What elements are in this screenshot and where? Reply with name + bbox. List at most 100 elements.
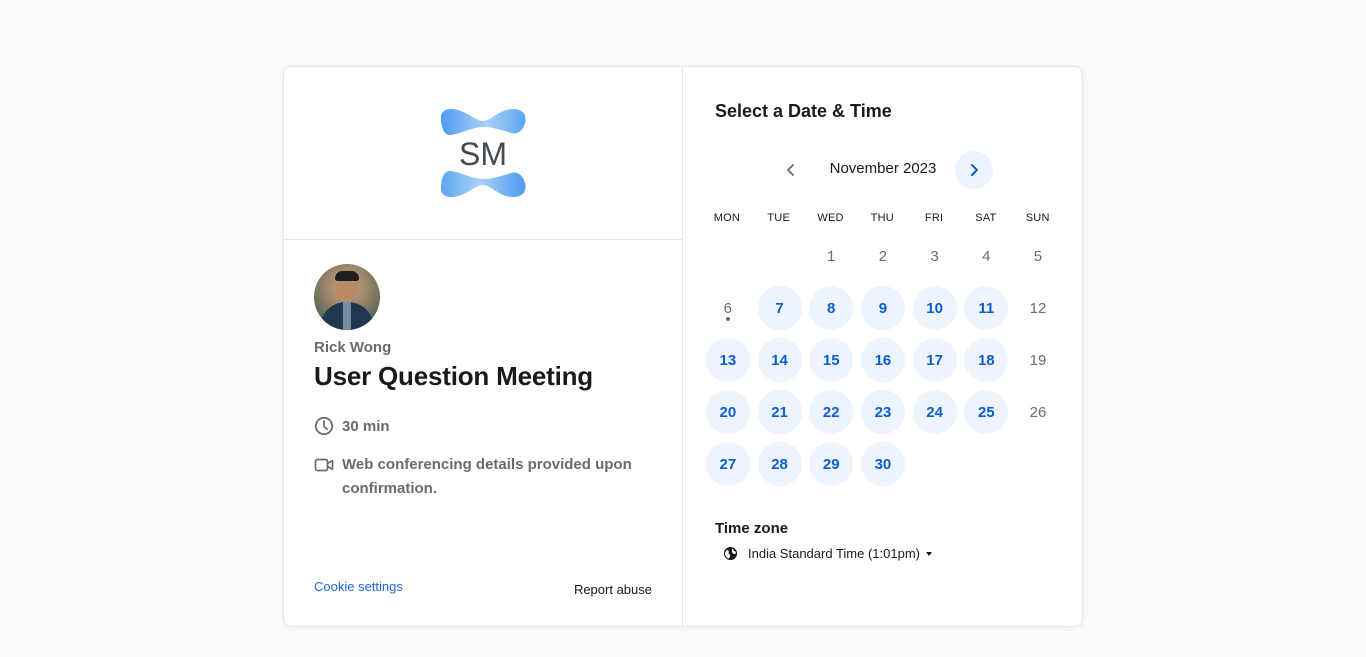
- calendar-day-unavailable: 26: [1012, 386, 1064, 438]
- calendar-empty-cell: [754, 230, 806, 282]
- calendar-day-available[interactable]: 23: [857, 386, 909, 438]
- previous-month-button[interactable]: [772, 151, 810, 189]
- calendar-day-available[interactable]: 30: [857, 438, 909, 490]
- video-camera-icon: [314, 455, 334, 475]
- calendar-day-unavailable: 3: [909, 230, 961, 282]
- weekday-label: SUN: [1025, 212, 1050, 224]
- timezone-select[interactable]: India Standard Time (1:01pm): [723, 546, 932, 561]
- date-time-panel: Select a Date & Time November 2023 MON T…: [683, 67, 1082, 626]
- event-details-panel: SM Rick Wong User Question Meeting 30 mi…: [284, 67, 683, 626]
- host-avatar: [314, 264, 380, 330]
- calendar-day-available[interactable]: 10: [909, 282, 961, 334]
- day-number: 15: [822, 351, 840, 369]
- calendar-day-available[interactable]: 7: [754, 282, 806, 334]
- day-number: 20: [719, 403, 737, 421]
- weekday-header: MON TUE WED THU FRI SAT SUN: [701, 212, 1064, 224]
- day-number: 4: [982, 247, 991, 265]
- event-conferencing: Web conferencing details provided upon c…: [314, 453, 654, 501]
- calendar-day-available[interactable]: 11: [960, 282, 1012, 334]
- calendar-days-grid: 1 2 3 4 5 6 7 8 9 10 11 12 13 14 15 16 17 18 19 20 21 22 23 24 2…: [702, 230, 1064, 490]
- weekday-label: THU: [870, 212, 894, 224]
- weekday-label: WED: [817, 212, 844, 224]
- event-title: User Question Meeting: [314, 361, 593, 391]
- calendar-day-unavailable: 5: [1012, 230, 1064, 282]
- calendar-day-unavailable: 2: [857, 230, 909, 282]
- day-number: 29: [822, 455, 840, 473]
- timezone-label: Time zone: [715, 520, 789, 537]
- day-number: 5: [1033, 247, 1043, 265]
- day-number: 3: [930, 247, 939, 265]
- day-number: 9: [878, 299, 888, 317]
- day-number: 21: [771, 403, 788, 421]
- calendar-day-available[interactable]: 22: [805, 386, 857, 438]
- today-indicator: [725, 317, 730, 321]
- calendar-empty-cell: [702, 230, 754, 282]
- booking-card: SM Rick Wong User Question Meeting 30 mi…: [283, 66, 1083, 627]
- clock-icon: [314, 416, 334, 436]
- day-number: 23: [874, 403, 892, 421]
- panel-title: Select a Date & Time: [715, 101, 892, 121]
- day-number: 10: [926, 299, 943, 317]
- timezone-value: India Standard Time (1:01pm): [748, 546, 920, 561]
- weekday-label: SAT: [975, 212, 997, 224]
- day-number: 17: [926, 351, 943, 369]
- day-number: 6: [723, 299, 733, 317]
- day-number: 16: [874, 351, 892, 369]
- day-number: 8: [827, 299, 836, 317]
- calendar-day-available[interactable]: 20: [702, 386, 754, 438]
- calendar-day-available[interactable]: 16: [857, 334, 909, 386]
- chevron-right-icon: [971, 164, 978, 176]
- calendar-day-unavailable: 19: [1012, 334, 1064, 386]
- calendar-day-available[interactable]: 17: [909, 334, 961, 386]
- calendar-day-unavailable: 6: [702, 282, 754, 334]
- day-number: 1: [827, 247, 836, 265]
- day-number: 27: [719, 455, 737, 473]
- next-month-button[interactable]: [955, 151, 993, 189]
- day-number: 18: [977, 351, 995, 369]
- weekday-label: FRI: [924, 212, 944, 224]
- cookie-settings-link[interactable]: Cookie settings: [314, 579, 403, 594]
- month-label: November 2023: [829, 160, 937, 177]
- calendar-day-available[interactable]: 18: [960, 334, 1012, 386]
- report-abuse-link[interactable]: Report abuse: [574, 582, 652, 597]
- day-number: 14: [771, 351, 788, 369]
- calendar-day-available[interactable]: 15: [805, 334, 857, 386]
- day-number: 2: [878, 247, 888, 265]
- calendar-day-available[interactable]: 27: [702, 438, 754, 490]
- calendar-day-unavailable: 12: [1012, 282, 1064, 334]
- calendar-day-available[interactable]: 28: [754, 438, 806, 490]
- logo-area: SM: [284, 67, 682, 240]
- day-number: 19: [1029, 351, 1047, 369]
- company-logo: SM: [437, 107, 529, 199]
- day-number: 25: [977, 403, 995, 421]
- day-number: 7: [775, 299, 784, 317]
- calendar-day-available[interactable]: 24: [909, 386, 961, 438]
- calendar-day-available[interactable]: 14: [754, 334, 806, 386]
- day-number: 28: [771, 455, 788, 473]
- conferencing-text: Web conferencing details provided upon c…: [342, 456, 632, 497]
- day-number: 30: [874, 455, 892, 473]
- day-number: 26: [1029, 403, 1047, 421]
- calendar-day-available[interactable]: 9: [857, 282, 909, 334]
- calendar-day-available[interactable]: 29: [805, 438, 857, 490]
- calendar-day-available[interactable]: 21: [754, 386, 806, 438]
- calendar-day-unavailable: 1: [805, 230, 857, 282]
- day-number: 12: [1029, 299, 1047, 317]
- globe-icon: [723, 546, 738, 561]
- day-number: 13: [719, 351, 737, 369]
- calendar-day-available[interactable]: 25: [960, 386, 1012, 438]
- day-number: 24: [926, 403, 943, 421]
- chevron-left-icon: [787, 164, 794, 176]
- day-number: 11: [978, 299, 995, 317]
- weekday-label: MON: [713, 212, 741, 224]
- host-name: Rick Wong: [314, 339, 392, 356]
- event-duration: 30 min: [314, 416, 390, 436]
- caret-down-icon: [925, 551, 932, 556]
- calendar-day-unavailable: 4: [960, 230, 1012, 282]
- calendar-day-available[interactable]: 13: [702, 334, 754, 386]
- calendar-day-available[interactable]: 8: [805, 282, 857, 334]
- day-number: 22: [822, 403, 840, 421]
- month-navigation: November 2023: [683, 151, 1082, 189]
- weekday-label: TUE: [767, 212, 790, 224]
- logo-text: SM: [459, 136, 507, 172]
